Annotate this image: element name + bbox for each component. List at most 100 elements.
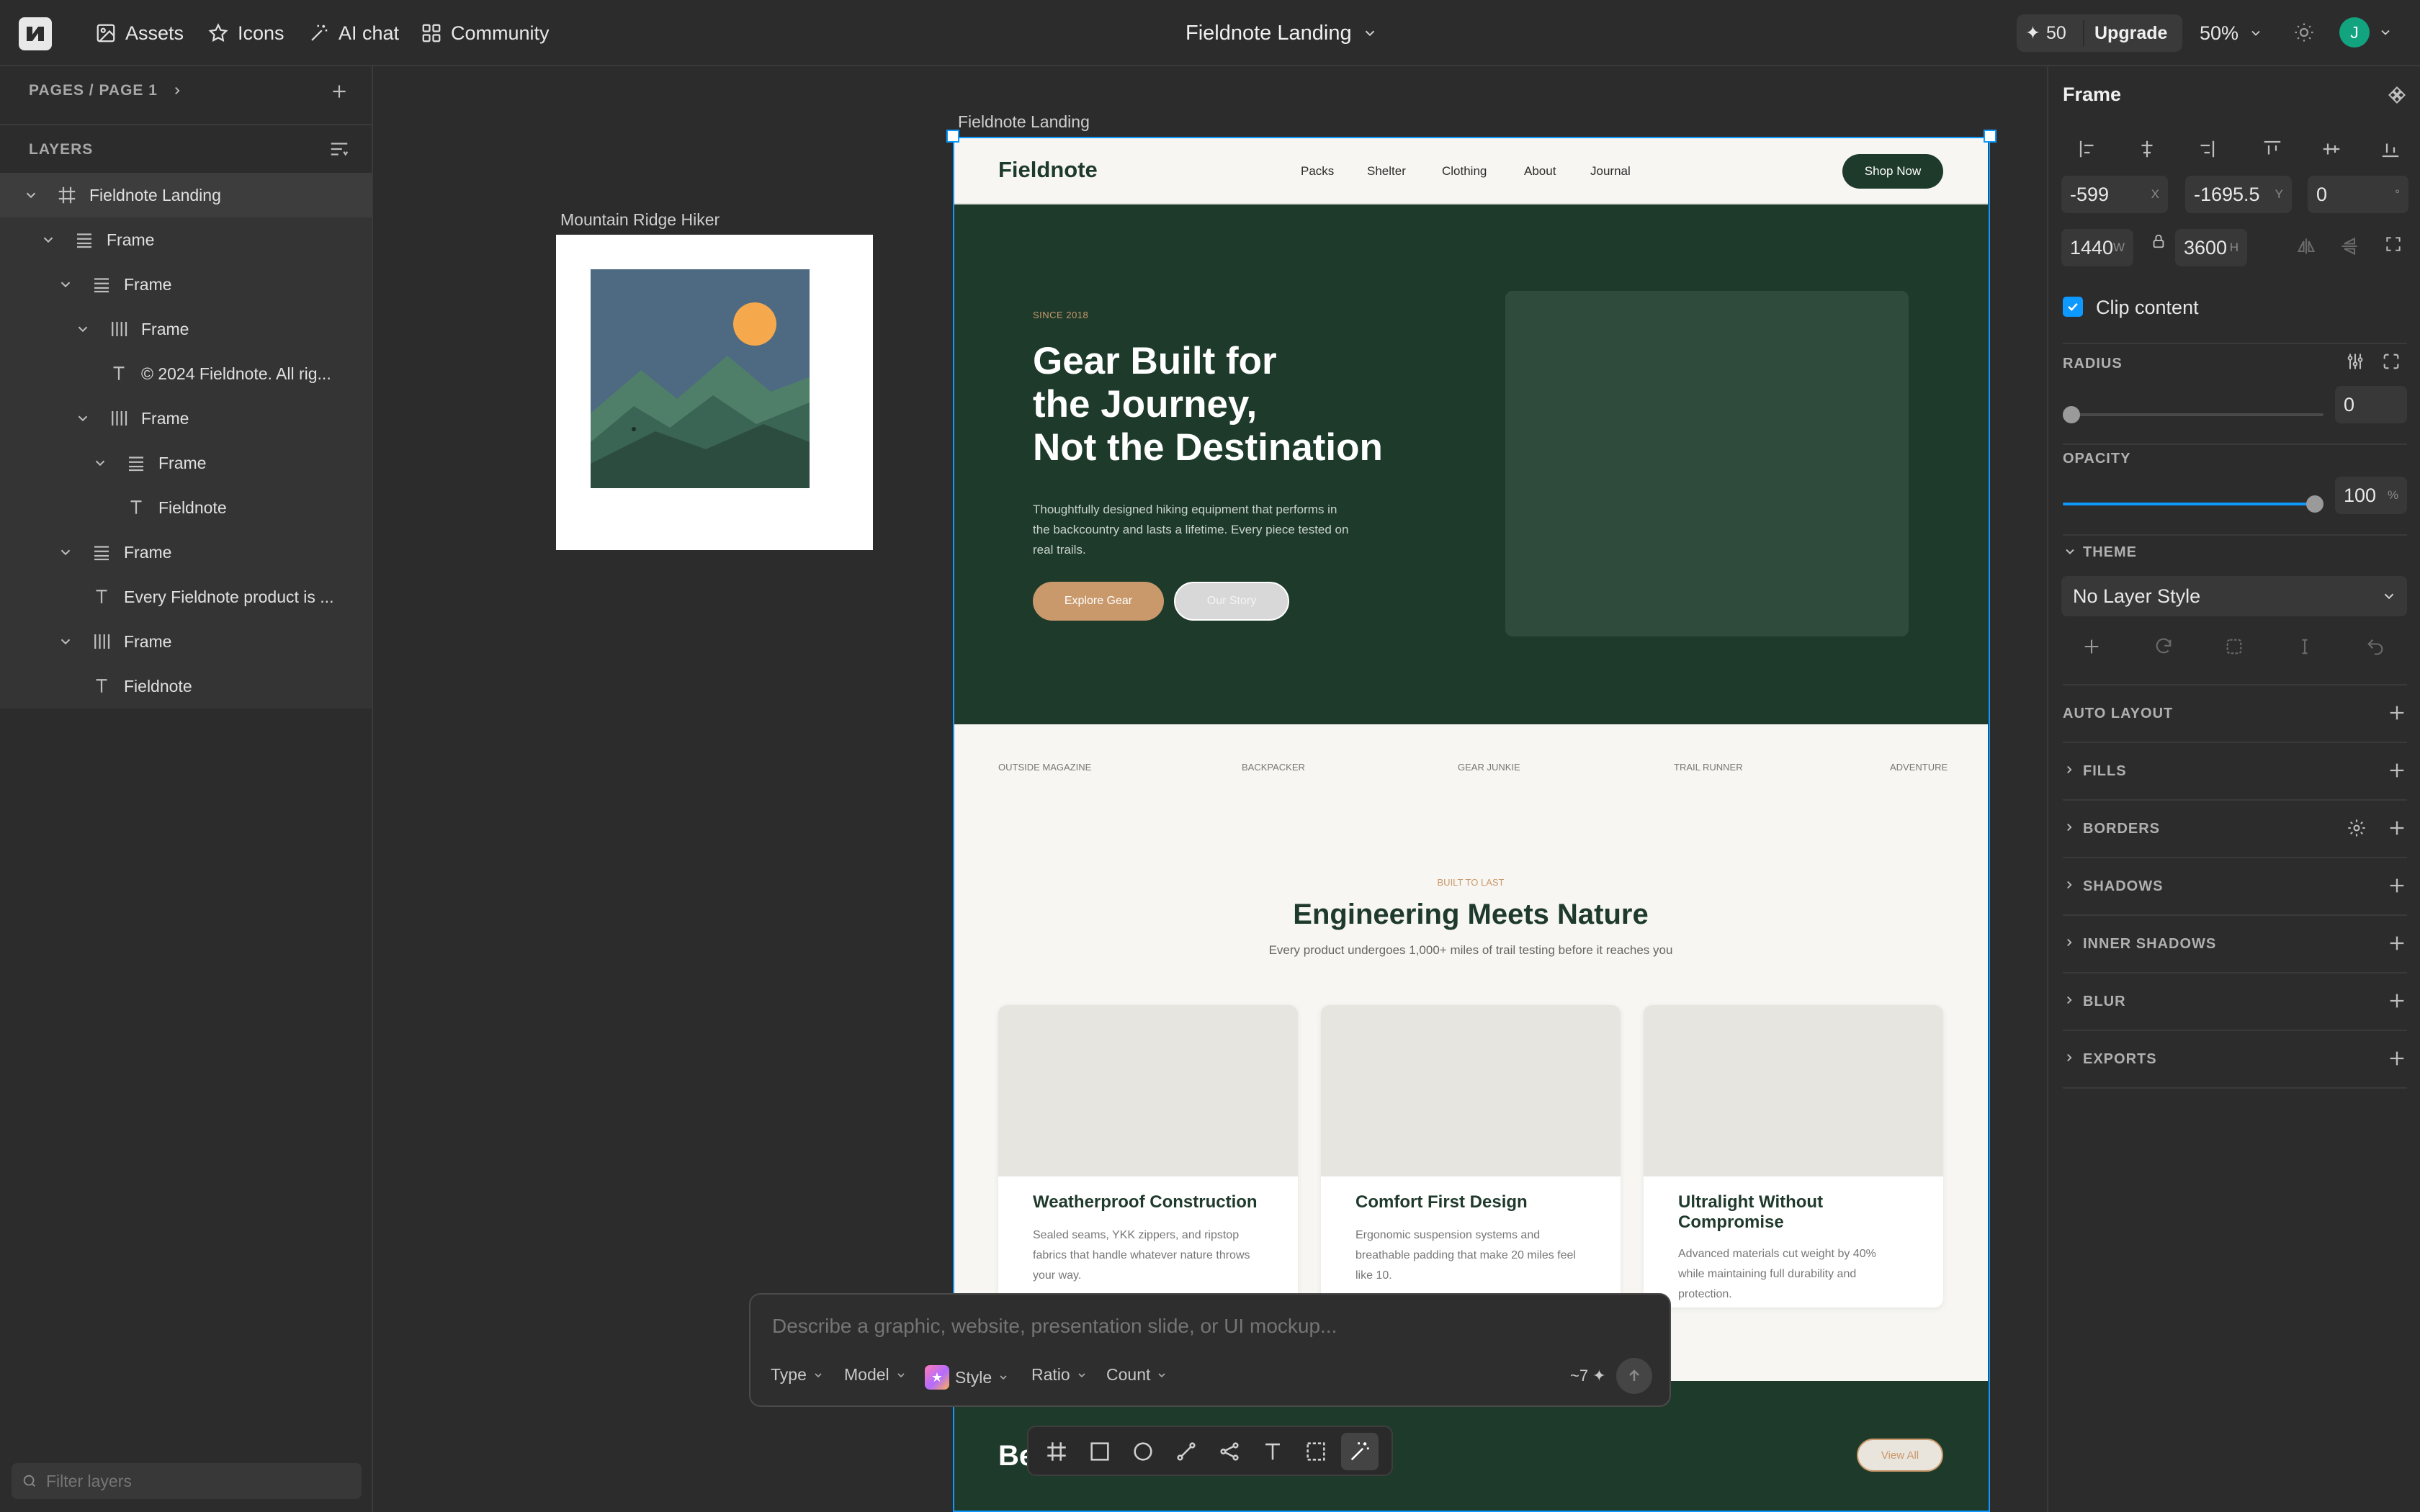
image-frame[interactable] <box>556 235 873 550</box>
upgrade-button[interactable]: Upgrade <box>2094 23 2167 44</box>
ratio-dropdown[interactable]: Ratio <box>1031 1365 1088 1385</box>
clip-content-checkbox[interactable] <box>2063 297 2083 317</box>
opacity-slider[interactable] <box>2063 494 2323 514</box>
type-dropdown[interactable]: Type <box>771 1365 824 1385</box>
add-icon[interactable] <box>2387 1048 2407 1068</box>
add-icon[interactable] <box>2387 991 2407 1011</box>
page-breadcrumb[interactable]: PAGES / PAGE 1 <box>29 82 184 99</box>
pen-tool-icon[interactable] <box>1174 1439 1198 1464</box>
align-center-vertical-icon[interactable] <box>2321 138 2342 160</box>
section-auto-layout[interactable]: AUTO LAYOUT <box>2048 693 2420 733</box>
section-shadows[interactable]: SHADOWS <box>2048 865 2420 906</box>
layer-row[interactable]: Frame <box>0 619 372 664</box>
align-center-horizontal-icon[interactable] <box>2136 138 2158 160</box>
layer-row[interactable]: Frame <box>0 307 372 351</box>
nav-ai-chat[interactable]: AI chat <box>308 19 399 48</box>
theme-select[interactable]: No Layer Style <box>2061 576 2407 616</box>
height-field[interactable]: 3600 H <box>2175 229 2247 266</box>
radius-field[interactable]: 0 <box>2335 386 2407 423</box>
opacity-field[interactable]: 100% <box>2335 477 2407 514</box>
section-blur[interactable]: BLUR <box>2048 981 2420 1021</box>
y-position-field[interactable]: -1695.5 Y <box>2185 176 2292 213</box>
add-icon[interactable] <box>2387 876 2407 896</box>
resize-handle[interactable] <box>946 130 959 143</box>
image-frame-title[interactable]: Mountain Ridge Hiker <box>560 210 720 230</box>
chevron-down-icon[interactable] <box>92 455 108 471</box>
frame-tool-icon[interactable] <box>1044 1439 1069 1464</box>
radius-slider[interactable] <box>2063 405 2323 425</box>
section-fills[interactable]: FILLS <box>2048 750 2420 791</box>
connector-tool-icon[interactable] <box>1217 1439 1242 1464</box>
add-style-icon[interactable] <box>2081 636 2102 657</box>
chevron-down-icon[interactable] <box>75 410 91 426</box>
nav-icons[interactable]: Icons <box>207 19 284 48</box>
chevron-down-icon[interactable] <box>23 187 39 203</box>
prompt-input[interactable] <box>772 1312 1636 1341</box>
zoom-dropdown[interactable]: 50% <box>2200 19 2263 48</box>
refresh-style-icon[interactable] <box>2154 636 2174 657</box>
radius-slider-thumb[interactable] <box>2063 406 2080 423</box>
nav-assets[interactable]: Assets <box>95 19 184 48</box>
filter-layers[interactable] <box>12 1463 362 1499</box>
style-dropdown[interactable]: ★ Style <box>925 1365 1009 1390</box>
text-tool-icon[interactable] <box>1260 1439 1285 1464</box>
rotation-field[interactable]: 0 ° <box>2308 176 2408 213</box>
rectangle-tool-icon[interactable] <box>1088 1439 1112 1464</box>
opacity-slider-thumb[interactable] <box>2306 495 2323 513</box>
align-right-icon[interactable] <box>2195 138 2217 160</box>
align-left-icon[interactable] <box>2077 138 2099 160</box>
add-icon[interactable] <box>2387 933 2407 953</box>
add-icon[interactable] <box>2387 703 2407 723</box>
width-field[interactable]: 1440 W <box>2061 229 2133 266</box>
component-icon[interactable] <box>2387 85 2407 105</box>
align-top-icon[interactable] <box>2262 138 2283 160</box>
theme-toggle[interactable] <box>2293 22 2315 43</box>
layer-row[interactable]: Frame <box>0 217 372 262</box>
chevron-down-icon[interactable] <box>2063 544 2077 559</box>
chevron-down-icon[interactable] <box>58 276 73 292</box>
fit-content-icon[interactable] <box>2384 235 2403 253</box>
count-dropdown[interactable]: Count <box>1106 1365 1168 1385</box>
filter-layers-input[interactable] <box>46 1471 334 1491</box>
section-exports[interactable]: EXPORTS <box>2048 1038 2420 1079</box>
layer-row[interactable]: Fieldnote <box>0 485 372 530</box>
user-menu[interactable]: J <box>2339 17 2393 48</box>
x-position-field[interactable]: -599 X <box>2061 176 2168 213</box>
layer-row[interactable]: Frame <box>0 530 372 575</box>
project-title-dropdown[interactable]: Fieldnote Landing <box>1186 19 1378 48</box>
layer-row[interactable]: Frame <box>0 441 372 485</box>
landing-frame-title[interactable]: Fieldnote Landing <box>958 112 1090 132</box>
ellipse-tool-icon[interactable] <box>1131 1439 1155 1464</box>
layer-row[interactable]: Fieldnote <box>0 664 372 708</box>
gear-icon[interactable] <box>2347 818 2367 838</box>
chevron-down-icon[interactable] <box>58 544 73 560</box>
undo-icon[interactable] <box>2365 636 2385 657</box>
flip-vertical-icon[interactable] <box>2339 236 2360 256</box>
layer-row[interactable]: Frame <box>0 396 372 441</box>
add-page-icon[interactable] <box>330 82 349 101</box>
layer-row[interactable]: Fieldnote Landing <box>0 173 372 217</box>
chevron-down-icon[interactable] <box>75 321 91 337</box>
flip-horizontal-icon[interactable] <box>2296 236 2316 256</box>
resize-handle[interactable] <box>1984 130 1996 143</box>
text-cursor-icon[interactable] <box>2295 636 2315 657</box>
independent-corners-icon[interactable] <box>2381 351 2401 372</box>
model-dropdown[interactable]: Model <box>844 1365 907 1385</box>
credits-badge[interactable]: ✦ 50 <box>2025 14 2066 52</box>
section-inner-shadows[interactable]: INNER SHADOWS <box>2048 923 2420 963</box>
add-icon[interactable] <box>2387 818 2407 838</box>
align-bottom-icon[interactable] <box>2380 138 2401 160</box>
section-borders[interactable]: BORDERS <box>2048 808 2420 848</box>
layer-row[interactable]: © 2024 Fieldnote. All rig... <box>0 351 372 396</box>
layer-row[interactable]: Frame <box>0 262 372 307</box>
layer-row[interactable]: Every Fieldnote product is ... <box>0 575 372 619</box>
chevron-down-icon[interactable] <box>40 232 56 248</box>
nav-community[interactable]: Community <box>421 19 550 48</box>
radius-settings-icon[interactable] <box>2345 351 2365 372</box>
sort-layers-icon[interactable] <box>328 138 350 160</box>
submit-prompt-button[interactable] <box>1616 1358 1652 1394</box>
app-logo[interactable] <box>19 17 52 50</box>
select-area-tool-icon[interactable] <box>1304 1439 1328 1464</box>
ai-tool-button[interactable] <box>1341 1433 1379 1470</box>
detach-style-icon[interactable] <box>2224 636 2244 657</box>
